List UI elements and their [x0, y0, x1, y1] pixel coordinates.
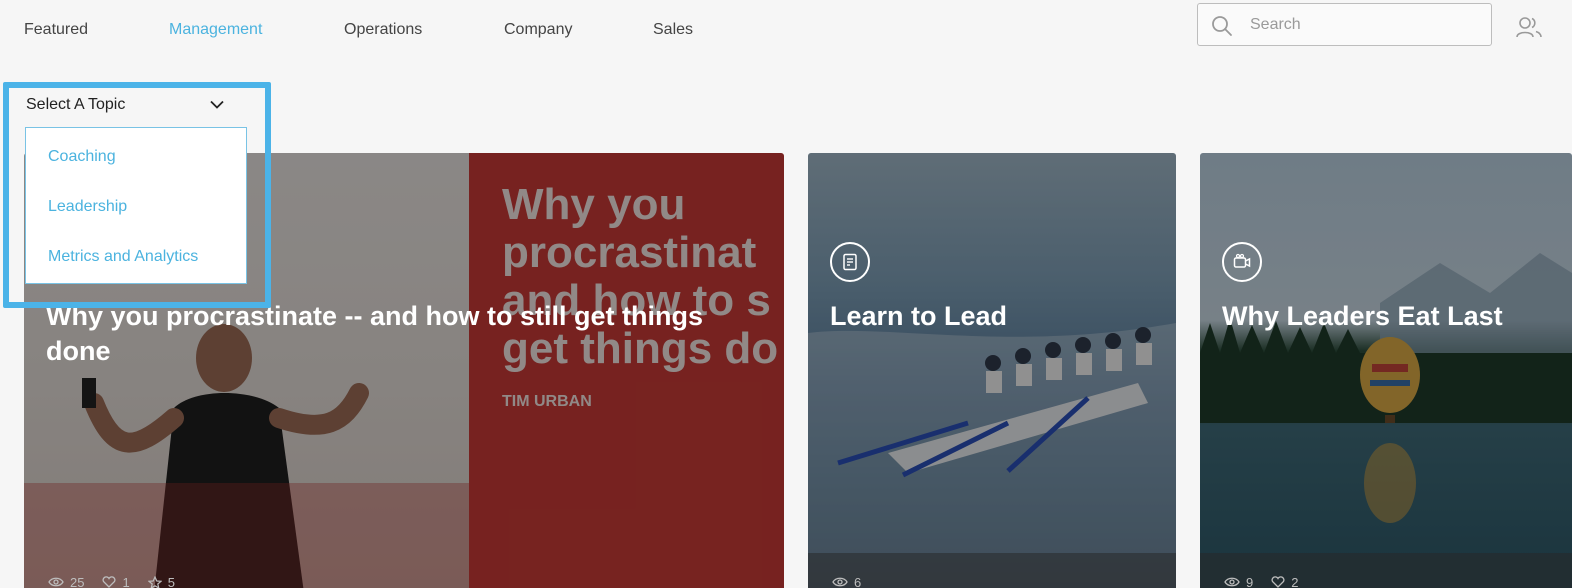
likes-stat: 2 [1271, 575, 1298, 588]
views-count: 25 [70, 574, 85, 588]
card-title: Learn to Lead [830, 301, 1008, 331]
search-input[interactable] [1250, 4, 1480, 45]
document-badge [830, 242, 870, 282]
video-badge [1222, 242, 1262, 282]
favorites-count: 5 [167, 574, 175, 588]
views-count: 9 [1246, 574, 1254, 588]
card-stats: 9 2 [1224, 571, 1298, 588]
users-icon[interactable] [1516, 16, 1542, 38]
topic-select-label: Select A Topic [26, 96, 126, 113]
heart-icon [1271, 576, 1285, 588]
tab-management[interactable]: Management [169, 21, 262, 39]
card-title: Why Leaders Eat Last [1222, 301, 1503, 331]
card-footer [808, 553, 1176, 588]
video-icon [1233, 253, 1251, 268]
views-count: 6 [854, 574, 862, 588]
eye-icon [48, 577, 64, 587]
likes-stat: 1 [102, 574, 130, 588]
topic-menu: Coaching Leadership Metrics and Analytic… [25, 127, 247, 284]
card-overlay [808, 153, 1176, 588]
views-stat: 9 [1224, 575, 1253, 588]
tab-sales[interactable]: Sales [653, 21, 693, 39]
document-icon [843, 253, 857, 271]
content-card[interactable]: Why Leaders Eat Last 9 2 [1200, 153, 1572, 588]
content-card[interactable]: Learn to Lead 6 [808, 153, 1176, 588]
eye-icon [1224, 577, 1240, 587]
topic-select[interactable]: Select A Topic [24, 88, 246, 124]
topic-option-coaching[interactable]: Coaching [48, 148, 116, 166]
views-stat: 6 [832, 575, 861, 588]
card-stats: 6 [832, 571, 861, 588]
topic-option-metrics-and-analytics[interactable]: Metrics and Analytics [48, 248, 198, 266]
search-box[interactable] [1197, 3, 1492, 46]
chevron-down-icon [210, 100, 224, 109]
card-stats: 25 1 5 [48, 571, 175, 588]
favorites-stat: 5 [147, 574, 175, 588]
star-icon [147, 575, 162, 588]
likes-count: 1 [122, 574, 130, 588]
search-icon [1212, 16, 1232, 36]
topic-option-leadership[interactable]: Leadership [48, 198, 127, 216]
tab-company[interactable]: Company [504, 21, 572, 39]
tab-featured[interactable]: Featured [24, 21, 88, 39]
heart-icon [102, 576, 116, 588]
views-stat: 25 [48, 575, 84, 588]
card-overlay [1200, 153, 1572, 588]
tab-operations[interactable]: Operations [344, 21, 422, 39]
likes-count: 2 [1291, 574, 1299, 588]
card-title: Why you procrastinate -- and how to stil… [46, 301, 704, 366]
eye-icon [832, 577, 848, 587]
